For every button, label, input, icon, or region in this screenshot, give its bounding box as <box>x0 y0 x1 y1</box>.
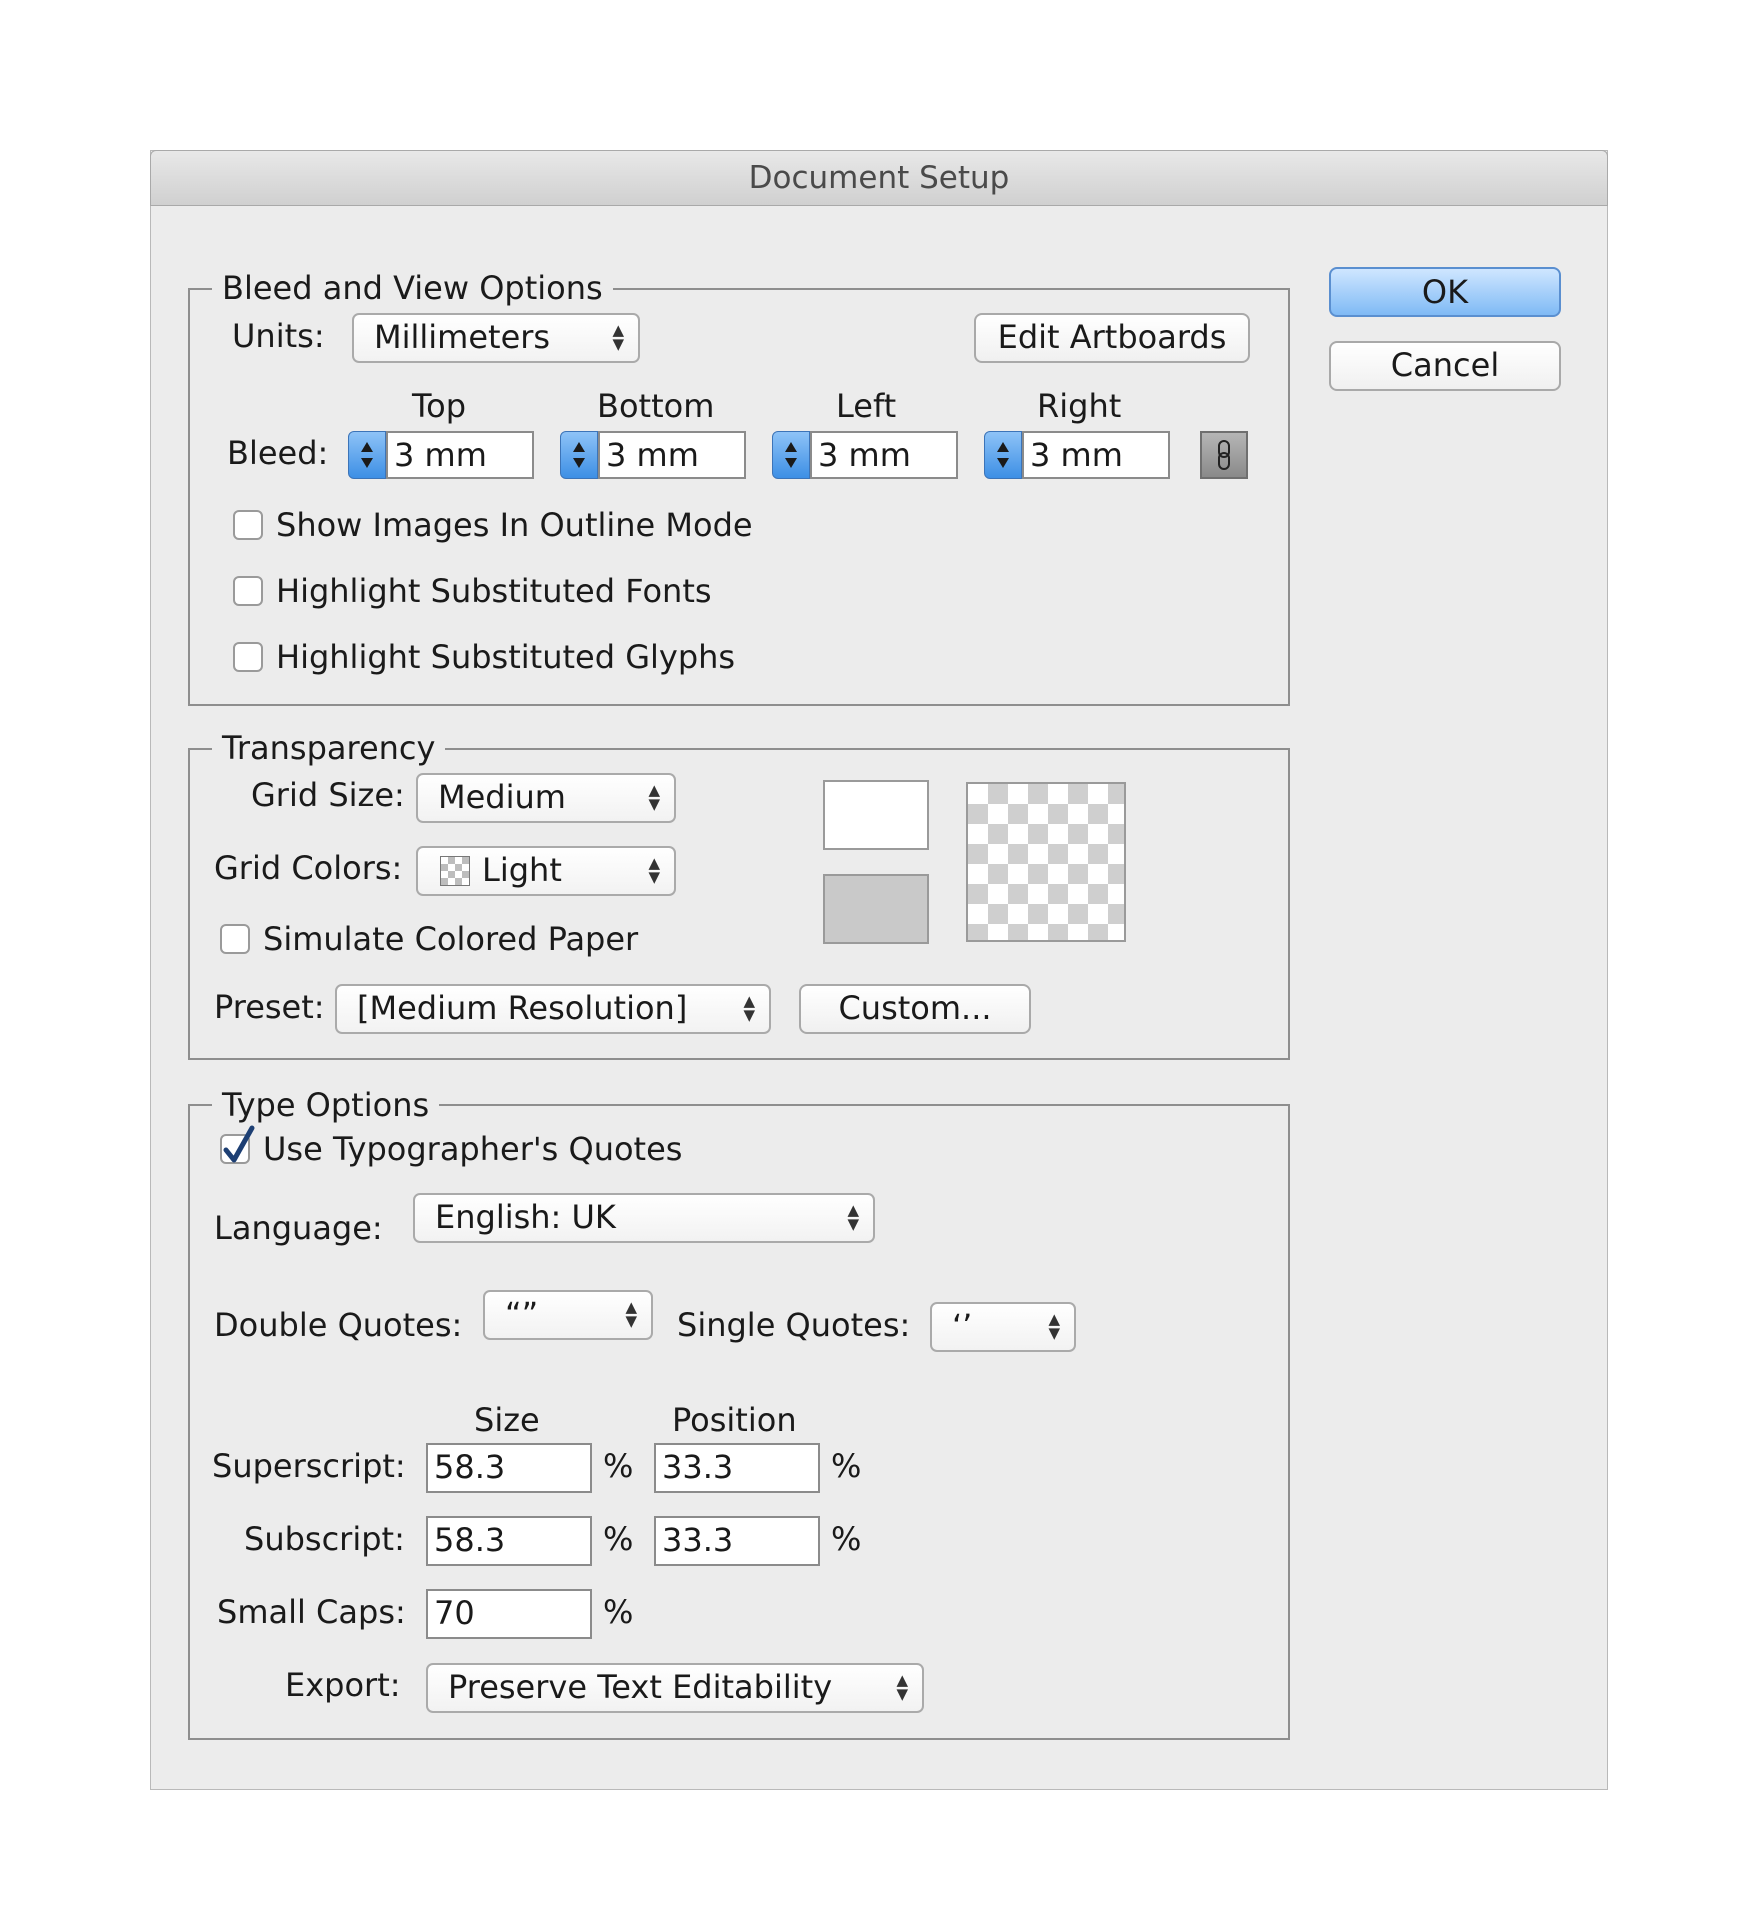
subscript-size-percent: % <box>603 1520 634 1558</box>
bleed-bottom-stepper[interactable] <box>560 431 598 479</box>
small-caps-percent: % <box>603 1593 634 1631</box>
single-quotes-select[interactable]: ‘’ ▲ ▼ <box>930 1302 1076 1352</box>
chain-link-icon <box>1218 440 1230 470</box>
export-label: Export: <box>285 1666 401 1704</box>
bleed-top-stepper[interactable] <box>348 431 386 479</box>
superscript-label: Superscript: <box>212 1447 406 1485</box>
subscript-position-percent: % <box>831 1520 862 1558</box>
typographers-quotes-checkbox[interactable] <box>220 1125 255 1164</box>
grid-colors-label: Grid Colors: <box>214 849 403 887</box>
grid-colors-select[interactable]: Light ▲ ▼ <box>416 846 676 896</box>
subscript-label: Subscript: <box>244 1520 405 1558</box>
single-quotes-value: ‘’ <box>952 1307 973 1345</box>
dialog-title: Document Setup <box>748 160 1010 196</box>
double-quotes-value: “” <box>505 1295 539 1333</box>
superscript-size-percent: % <box>603 1447 634 1485</box>
export-select[interactable]: Preserve Text Editability ▲ ▼ <box>426 1663 924 1713</box>
size-header: Size <box>474 1401 540 1439</box>
select-arrows-icon: ▲ ▼ <box>743 992 755 1024</box>
units-value: Millimeters <box>374 318 551 356</box>
export-value: Preserve Text Editability <box>448 1668 833 1706</box>
simulate-paper-label: Simulate Colored Paper <box>263 920 639 958</box>
select-arrows-icon: ▲ ▼ <box>1048 1310 1060 1342</box>
bleed-right-stepper[interactable] <box>984 431 1022 479</box>
grid-color-gray-swatch[interactable] <box>823 874 929 944</box>
show-images-outline-label: Show Images In Outline Mode <box>276 506 753 544</box>
grid-size-value: Medium <box>438 778 566 816</box>
highlight-fonts-label: Highlight Substituted Fonts <box>276 572 712 610</box>
grid-color-white-swatch[interactable] <box>823 780 929 850</box>
typographers-quotes-label: Use Typographer's Quotes <box>263 1130 683 1168</box>
highlight-glyphs-label: Highlight Substituted Glyphs <box>276 638 736 676</box>
select-arrows-icon: ▲ ▼ <box>625 1298 637 1330</box>
simulate-paper-checkbox[interactable] <box>220 924 250 954</box>
language-label: Language: <box>214 1209 383 1247</box>
preset-label: Preset: <box>214 988 325 1026</box>
preset-value: [Medium Resolution] <box>357 989 688 1027</box>
bleed-view-legend: Bleed and View Options <box>212 268 613 308</box>
ok-button[interactable]: OK <box>1329 267 1561 317</box>
small-caps-field[interactable]: 70 <box>426 1589 592 1639</box>
superscript-size-field[interactable]: 58.3 <box>426 1443 592 1493</box>
superscript-position-percent: % <box>831 1447 862 1485</box>
bleed-top-field[interactable]: 3 mm <box>386 431 534 479</box>
type-options-legend: Type Options <box>212 1085 440 1125</box>
bleed-top-header: Top <box>412 387 466 425</box>
grid-size-select[interactable]: Medium ▲ ▼ <box>416 773 676 823</box>
bleed-left-stepper[interactable] <box>772 431 810 479</box>
grid-swatch-icon <box>440 856 470 886</box>
bleed-bottom-header: Bottom <box>597 387 715 425</box>
superscript-position-field[interactable]: 33.3 <box>654 1443 820 1493</box>
highlight-glyphs-checkbox[interactable] <box>233 642 263 672</box>
units-select[interactable]: Millimeters ▲ ▼ <box>352 313 640 363</box>
small-caps-label: Small Caps: <box>217 1593 406 1631</box>
highlight-fonts-checkbox[interactable] <box>233 576 263 606</box>
select-arrows-icon: ▲ ▼ <box>847 1201 859 1233</box>
language-value: English: UK <box>435 1198 616 1236</box>
link-bleed-button[interactable] <box>1200 431 1248 479</box>
double-quotes-select[interactable]: “” ▲ ▼ <box>483 1290 653 1340</box>
custom-button[interactable]: Custom... <box>799 984 1031 1034</box>
subscript-size-field[interactable]: 58.3 <box>426 1516 592 1566</box>
bleed-label: Bleed: <box>227 434 329 472</box>
select-arrows-icon: ▲ ▼ <box>648 854 660 886</box>
bleed-right-field[interactable]: 3 mm <box>1022 431 1170 479</box>
subscript-position-field[interactable]: 33.3 <box>654 1516 820 1566</box>
bleed-left-field[interactable]: 3 mm <box>810 431 958 479</box>
bleed-left-header: Left <box>836 387 897 425</box>
select-arrows-icon: ▲ ▼ <box>612 321 624 353</box>
stepper-arrows-icon <box>573 442 585 468</box>
grid-colors-value: Light <box>482 851 562 889</box>
units-label: Units: <box>232 317 325 355</box>
double-quotes-label: Double Quotes: <box>214 1306 463 1344</box>
transparency-grid-preview <box>966 782 1126 942</box>
edit-artboards-button[interactable]: Edit Artboards <box>974 313 1250 363</box>
grid-size-label: Grid Size: <box>251 776 405 814</box>
cancel-button[interactable]: Cancel <box>1329 341 1561 391</box>
single-quotes-label: Single Quotes: <box>677 1306 911 1344</box>
bleed-bottom-field[interactable]: 3 mm <box>598 431 746 479</box>
select-arrows-icon: ▲ ▼ <box>896 1671 908 1703</box>
select-arrows-icon: ▲ ▼ <box>648 781 660 813</box>
stepper-arrows-icon <box>361 442 373 468</box>
language-select[interactable]: English: UK ▲ ▼ <box>413 1193 875 1243</box>
stepper-arrows-icon <box>785 442 797 468</box>
preset-select[interactable]: [Medium Resolution] ▲ ▼ <box>335 984 771 1034</box>
stepper-arrows-icon <box>997 442 1009 468</box>
transparency-legend: Transparency <box>212 728 446 768</box>
bleed-right-header: Right <box>1037 387 1122 425</box>
position-header: Position <box>672 1401 797 1439</box>
show-images-outline-checkbox[interactable] <box>233 510 263 540</box>
checkmark-icon <box>223 1125 255 1163</box>
